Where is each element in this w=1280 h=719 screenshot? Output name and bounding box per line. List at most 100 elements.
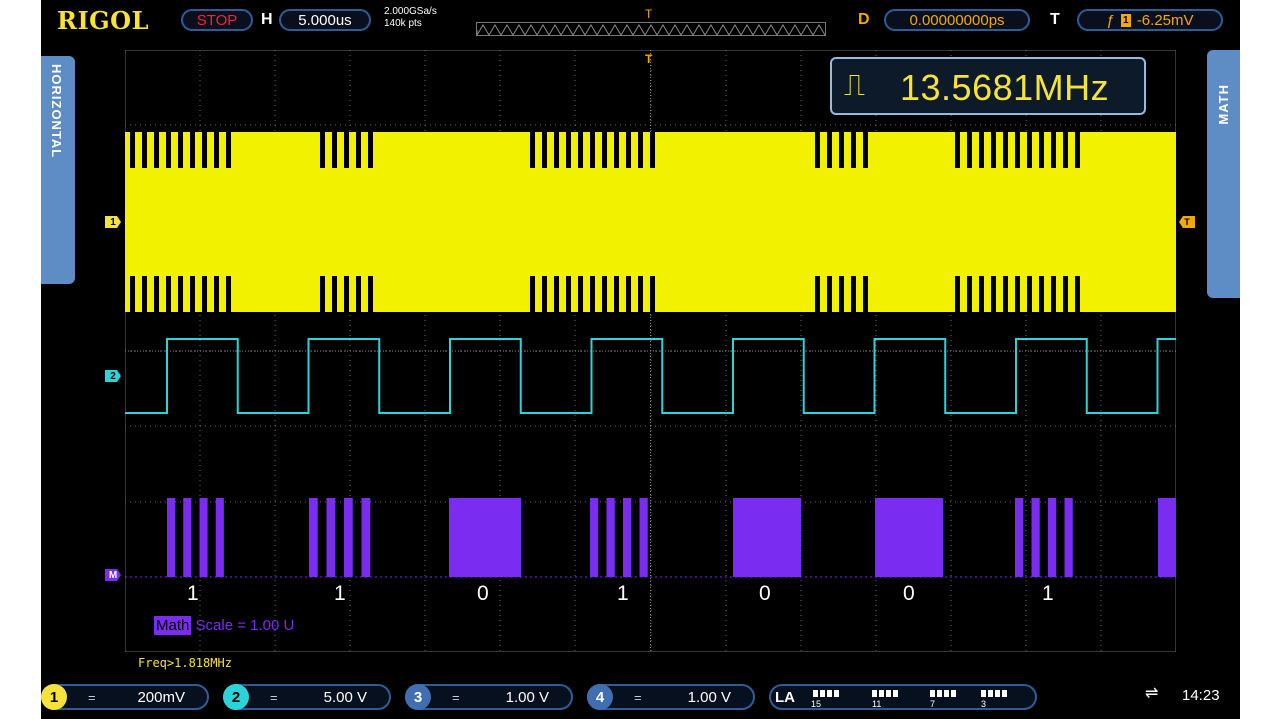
math-pulse-block: [733, 498, 801, 577]
ch1-notch-top: [356, 132, 361, 168]
trigger-level-marker[interactable]: T: [1179, 216, 1195, 228]
ch1-notch-top: [578, 132, 583, 168]
ch1-notch-top: [368, 132, 373, 168]
math-pulse-bar: [1015, 498, 1024, 577]
ch1-notch-bottom: [368, 276, 373, 312]
channel2-offset-marker[interactable]: 2: [105, 370, 121, 382]
ch1-notch-top: [202, 132, 207, 168]
ch1-notch-top: [154, 132, 159, 168]
ch1-notch-bottom: [332, 276, 337, 312]
la-channel-block: [944, 690, 949, 697]
channel3-setting[interactable]: 3 = 1.00 V: [405, 684, 573, 710]
math-menu-tab[interactable]: MATH: [1207, 50, 1240, 298]
channel1-number: 1: [41, 684, 67, 710]
timebase-value[interactable]: 5.000us: [279, 9, 371, 31]
math-offset-marker[interactable]: M: [105, 569, 121, 581]
sample-rate: 2.000GSa/s: [384, 6, 437, 17]
ch1-notch-top: [190, 132, 195, 168]
memory-overview-bar[interactable]: [476, 22, 826, 37]
ch1-notch-bottom: [955, 276, 960, 312]
ch1-notch-bottom: [1027, 276, 1032, 312]
math-scale-text: Scale = 1.00 U: [195, 617, 295, 634]
ch1-notch-top: [1063, 132, 1068, 168]
trigger-delay-value[interactable]: 0.00000000ps: [884, 9, 1030, 31]
ch1-notch-top: [863, 132, 868, 168]
ch1-notch-bottom: [650, 276, 655, 312]
la-channel-block: [879, 690, 884, 697]
ch1-notch-top: [979, 132, 984, 168]
ch1-notch-bottom: [1003, 276, 1008, 312]
ch1-notch-top: [967, 132, 972, 168]
channel1-setting[interactable]: 1 = 200mV: [41, 684, 209, 710]
ch1-notch-bottom: [1063, 276, 1068, 312]
la-label-7: 7: [930, 699, 936, 709]
decoded-bit-label: 1: [334, 582, 346, 605]
math-pulse-bar: [361, 498, 371, 577]
ch1-notch-bottom: [1075, 276, 1080, 312]
ch1-notch-top: [851, 132, 856, 168]
math-waveform: [167, 498, 1176, 577]
ch1-notch-bottom: [967, 276, 972, 312]
ch1-notch-top: [344, 132, 349, 168]
ch1-notch-bottom: [554, 276, 559, 312]
channel2-setting[interactable]: 2 = 5.00 V: [223, 684, 391, 710]
ch1-notch-bottom: [356, 276, 361, 312]
math-pulse-bar: [326, 498, 336, 577]
logic-analyzer-setting[interactable]: LA 15 11 7 3: [769, 684, 1037, 710]
ch1-notch-top: [1039, 132, 1044, 168]
math-pulse-bar: [199, 498, 208, 577]
decoded-bit-label: 1: [617, 582, 629, 605]
oscilloscope-screen: RIGOL STOP H 5.000us 2.000GSa/s 140k pts…: [41, 0, 1240, 719]
ch1-notch-top: [332, 132, 337, 168]
ch1-notch-bottom: [614, 276, 619, 312]
channel4-setting[interactable]: 4 = 1.00 V: [587, 684, 755, 710]
ch1-notch-bottom: [542, 276, 547, 312]
ch1-notch-top: [839, 132, 844, 168]
ch1-notch-bottom: [130, 276, 135, 312]
la-channel-block: [981, 690, 986, 697]
channel1-waveform: [125, 132, 1176, 312]
ch1-notch-top: [1003, 132, 1008, 168]
frequency-measurement-box[interactable]: ⎍ 13.5681MHz: [830, 57, 1146, 115]
memory-depth: 140k pts: [384, 18, 422, 29]
trigger-label: T: [1050, 11, 1060, 28]
ch1-notch-top: [554, 132, 559, 168]
ch1-notch-top: [815, 132, 820, 168]
math-pulse-bar: [1031, 498, 1040, 577]
math-pulse-bar: [215, 498, 224, 577]
ch1-notch-bottom: [839, 276, 844, 312]
channel2-number: 2: [223, 684, 249, 710]
math-pulse-bar: [606, 498, 615, 577]
run-stop-indicator[interactable]: STOP: [181, 9, 253, 31]
trigger-source-icon: 1: [1120, 13, 1131, 27]
la-channel-block: [813, 690, 818, 697]
channel1-offset-marker[interactable]: 1: [105, 216, 121, 228]
ch1-notch-top: [590, 132, 595, 168]
waveform-graticule[interactable]: [125, 50, 1176, 652]
ch1-notch-bottom: [602, 276, 607, 312]
trigger-position-marker[interactable]: T: [645, 7, 652, 21]
square-pulse-icon: ⎍: [844, 69, 865, 102]
ch1-notch-bottom: [320, 276, 325, 312]
decoded-bit-label: 0: [903, 582, 915, 605]
ch1-notch-top: [827, 132, 832, 168]
ch1-notch-top: [638, 132, 643, 168]
ch1-notch-top: [178, 132, 183, 168]
ch1-notch-top: [1051, 132, 1056, 168]
ch1-notch-top: [166, 132, 171, 168]
acquisition-info: 2.000GSa/s 140k pts: [384, 6, 437, 30]
ch1-notch-bottom: [530, 276, 535, 312]
trigger-time-marker[interactable]: T: [645, 52, 652, 66]
trigger-setting[interactable]: ƒ 1 -6.25mV: [1077, 9, 1223, 31]
la-channel-block: [930, 690, 935, 697]
trigger-level-value: -6.25mV: [1136, 11, 1194, 29]
decoded-bit-label: 1: [1042, 582, 1054, 605]
channel3-number: 3: [405, 684, 431, 710]
ch1-notch-top: [226, 132, 231, 168]
la-channel-block: [951, 690, 956, 697]
ch1-notch-top: [1015, 132, 1020, 168]
ch1-notch-bottom: [815, 276, 820, 312]
horizontal-menu-tab[interactable]: HORIZONTAL: [41, 56, 75, 284]
frequency-value: 13.5681MHz: [900, 67, 1110, 108]
channel2-scale: 5.00 V: [323, 689, 367, 706]
